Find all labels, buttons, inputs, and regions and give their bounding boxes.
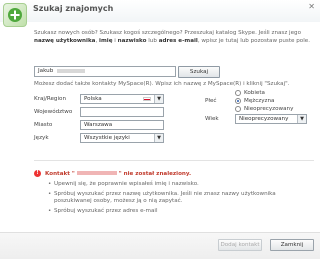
redacted-text [57, 68, 86, 73]
close-button[interactable]: Zamknij [270, 239, 314, 251]
not-found-message: ! Kontakt " " nie został znaleziony. [34, 170, 314, 177]
list-item: Spróbuj wyszukać przez adres e-mail [48, 208, 308, 215]
age-value: Nieoprecyzowany [239, 116, 289, 122]
province-label: Województwo [34, 109, 73, 115]
redacted-text [76, 171, 117, 175]
age-select[interactable]: Nieoprecyzowany ▼ [235, 114, 307, 124]
list-item: Spróbuj wyszukać przez nazwę użytkownika… [48, 191, 308, 205]
gender-radio-male[interactable]: Mężczyzna [235, 98, 274, 104]
radio-button[interactable] [235, 90, 241, 96]
add-contact-button[interactable]: Dodaj kontakt [218, 239, 262, 251]
search-input[interactable]: Jakub [34, 66, 176, 77]
gender-radio-female[interactable]: Kobieta [235, 90, 265, 96]
language-label: Język [34, 135, 49, 141]
gender-radio-unspecified[interactable]: Nieoprecyzowany [235, 106, 293, 112]
divider [34, 160, 314, 161]
poland-flag-icon [143, 97, 151, 101]
province-field[interactable] [80, 107, 164, 117]
close-icon[interactable]: ✕ [308, 2, 315, 11]
intro-text: Szukasz nowych osób? Szukasz kogoś szcze… [34, 30, 311, 44]
myspace-hint: Możesz dodać także kontakty MySpace(R). … [34, 81, 290, 87]
radio-button[interactable] [235, 98, 241, 104]
city-label: Miasto [34, 122, 53, 128]
city-field[interactable]: Warszawa [80, 120, 164, 130]
dialog-title: Szukaj znajomych [33, 4, 114, 13]
language-value: Wszystkie języki [84, 135, 130, 141]
age-label: Wiek [205, 116, 219, 122]
chevron-down-icon: ▼ [154, 95, 163, 103]
search-tips: Upewnij się, że poprawnie wpisałeś imię … [48, 181, 308, 218]
chevron-down-icon: ▼ [297, 115, 306, 123]
country-value: Polska [84, 96, 102, 102]
gender-label: Płeć [205, 98, 217, 104]
list-item: Upewnij się, że poprawnie wpisałeś imię … [48, 181, 308, 188]
country-select[interactable]: Polska ▼ [80, 94, 164, 104]
search-input-value: Jakub [38, 68, 54, 74]
language-select[interactable]: Wszystkie języki ▼ [80, 133, 164, 143]
country-label: Kraj/Region [34, 96, 66, 102]
radio-button[interactable] [235, 106, 241, 112]
chevron-down-icon: ▼ [154, 134, 163, 142]
add-contact-icon [3, 3, 27, 27]
warning-icon: ! [34, 170, 41, 177]
search-button[interactable]: Szukaj [178, 66, 220, 78]
